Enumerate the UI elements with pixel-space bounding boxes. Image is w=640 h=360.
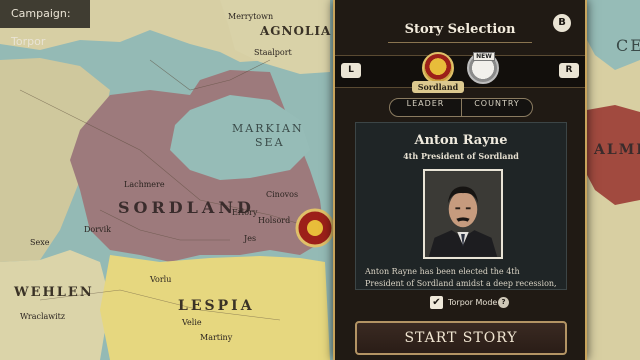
back-button[interactable]: B xyxy=(553,14,571,32)
map-label-lachmere: Lachmere xyxy=(124,180,165,189)
map-label-wehlen: WEHLEN xyxy=(14,285,94,300)
map-label-vorlu: Vorlu xyxy=(150,275,172,284)
leader-role: 4th President of Sordland xyxy=(403,151,519,161)
leader-card: Anton Rayne 4th President of Sordland An… xyxy=(355,122,567,290)
tab-group: LEADER COUNTRY xyxy=(389,98,533,117)
campaign-label: Campaign: Torpor xyxy=(0,0,90,48)
story-selection-panel: Story Selection B L R NEW Sordland LEADE… xyxy=(333,0,587,360)
map-label-dorvik: Dorvik xyxy=(84,225,111,234)
panel-title: Story Selection xyxy=(404,22,516,37)
selected-country-label: Sordland xyxy=(412,81,464,93)
map-label-jes: Jes xyxy=(244,234,257,243)
next-country-button[interactable]: R xyxy=(559,63,579,78)
map-label-sexe: Sexe xyxy=(30,238,50,247)
previous-country-button[interactable]: L xyxy=(341,63,361,78)
torpor-mode-checkbox[interactable]: ✔ xyxy=(430,296,443,309)
map-label-sea: SEA xyxy=(255,136,285,149)
map-label-staalport: Staalport xyxy=(254,48,292,57)
tab-leader[interactable]: LEADER xyxy=(390,99,462,116)
leader-portrait xyxy=(423,169,503,259)
sordland-emblem-icon[interactable] xyxy=(422,52,454,84)
leader-name: Anton Rayne xyxy=(414,133,508,148)
title-divider xyxy=(388,42,532,43)
help-icon[interactable]: ? xyxy=(498,297,509,308)
map-label-lespia: LESPIA xyxy=(178,298,255,314)
torpor-mode-label: Torpor Mode xyxy=(448,298,498,307)
map-label-wraclawitz: Wraclawitz xyxy=(20,312,66,321)
tab-country[interactable]: COUNTRY xyxy=(462,99,532,116)
new-badge: NEW xyxy=(473,52,495,61)
map-label-erlory: Erlory xyxy=(232,208,258,217)
map-label-markian: MARKIAN xyxy=(232,122,304,135)
map-label-martiny: Martiny xyxy=(200,333,233,342)
start-story-button[interactable]: START STORY xyxy=(355,321,567,355)
map-label-holsord: Holsord xyxy=(258,216,291,225)
map-label-almi: ALMI xyxy=(594,142,640,158)
map-label-agnolia: AGNOLIA xyxy=(260,24,332,38)
map-label-velie: Velie xyxy=(182,318,202,327)
leader-bio: Anton Rayne has been elected the 4th Pre… xyxy=(365,267,557,288)
map-label-cinovos: Cinovos xyxy=(266,190,299,199)
map-label-ce: CE xyxy=(616,36,640,55)
map-label-merrytown: Merrytown xyxy=(228,12,274,21)
